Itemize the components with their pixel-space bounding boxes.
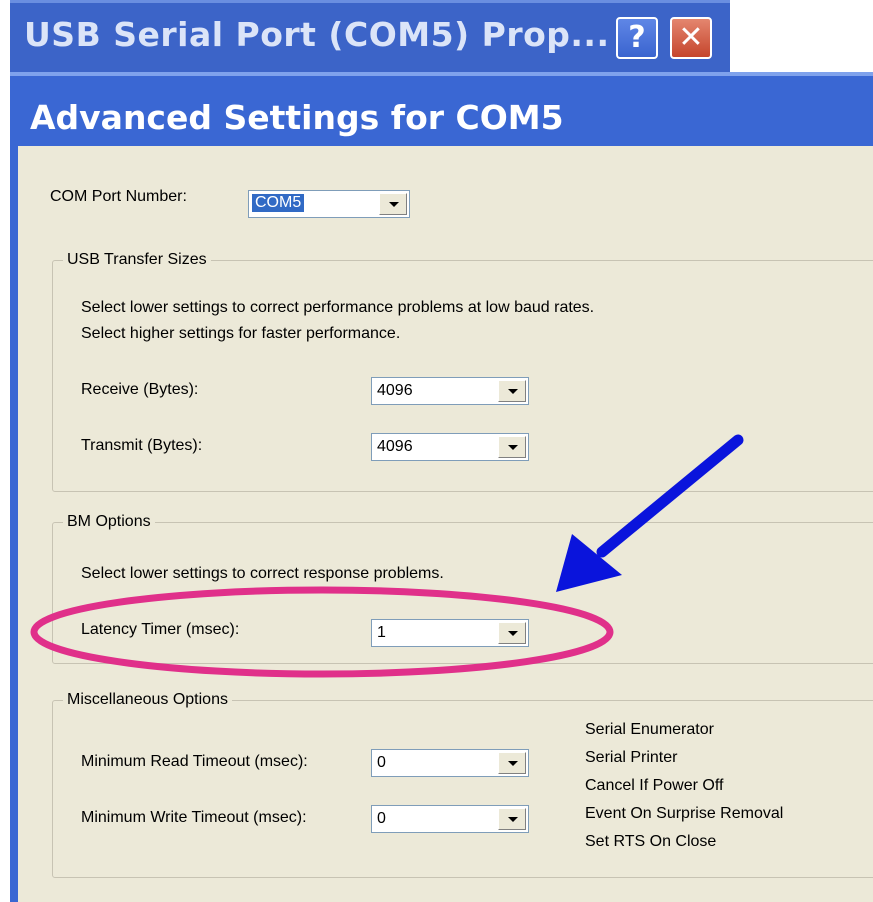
- receive-bytes-select[interactable]: 4096: [371, 377, 529, 405]
- min-read-timeout-label: Minimum Read Timeout (msec):: [81, 753, 308, 770]
- usb-transfer-desc-2: Select higher settings for faster perfor…: [81, 325, 401, 342]
- latency-timer-select[interactable]: 1: [371, 619, 529, 647]
- receive-bytes-value: 4096: [377, 382, 413, 399]
- min-read-timeout-select[interactable]: 0: [371, 749, 529, 777]
- bm-options-group: BM Options Select lower settings to corr…: [52, 513, 873, 664]
- dialog-title: Advanced Settings for COM5: [30, 98, 564, 137]
- latency-timer-value: 1: [377, 624, 386, 641]
- usb-transfer-desc-1: Select lower settings to correct perform…: [81, 299, 595, 316]
- option-set-rts-on-close[interactable]: Set RTS On Close: [585, 833, 716, 851]
- background-window-title: USB Serial Port (COM5) Prop...: [24, 15, 610, 54]
- transmit-bytes-value: 4096: [377, 438, 413, 455]
- bm-options-title: BM Options: [63, 513, 155, 531]
- option-serial-printer[interactable]: Serial Printer: [585, 749, 677, 767]
- chevron-down-icon[interactable]: [379, 193, 407, 215]
- com-port-label: COM Port Number:: [50, 188, 187, 205]
- chevron-down-icon[interactable]: [498, 752, 526, 774]
- misc-options-group: Miscellaneous Options Minimum Read Timeo…: [52, 691, 873, 878]
- usb-transfer-sizes-group: USB Transfer Sizes Select lower settings…: [52, 251, 873, 492]
- min-read-timeout-value: 0: [377, 754, 386, 771]
- receive-bytes-label: Receive (Bytes):: [81, 381, 199, 398]
- advanced-settings-dialog: Advanced Settings for COM5 COM Port Numb…: [10, 72, 873, 902]
- com-port-value: COM5: [252, 194, 305, 212]
- background-window: USB Serial Port (COM5) Prop... ? ✕: [10, 0, 730, 82]
- option-serial-enumerator[interactable]: Serial Enumerator: [585, 721, 714, 739]
- misc-options-title: Miscellaneous Options: [63, 691, 232, 709]
- chevron-down-icon[interactable]: [498, 808, 526, 830]
- com-port-select[interactable]: COM5: [248, 190, 410, 218]
- chevron-down-icon[interactable]: [498, 622, 526, 644]
- transmit-bytes-label: Transmit (Bytes):: [81, 437, 203, 454]
- bm-options-desc: Select lower settings to correct respons…: [81, 565, 444, 582]
- latency-timer-label: Latency Timer (msec):: [81, 621, 240, 638]
- min-write-timeout-select[interactable]: 0: [371, 805, 529, 833]
- chevron-down-icon[interactable]: [498, 436, 526, 458]
- min-write-timeout-label: Minimum Write Timeout (msec):: [81, 809, 307, 826]
- transmit-bytes-select[interactable]: 4096: [371, 433, 529, 461]
- min-write-timeout-value: 0: [377, 810, 386, 827]
- option-event-on-surprise-removal[interactable]: Event On Surprise Removal: [585, 805, 783, 823]
- option-cancel-if-power-off[interactable]: Cancel If Power Off: [585, 777, 723, 795]
- close-button[interactable]: ✕: [670, 17, 712, 59]
- usb-transfer-sizes-title: USB Transfer Sizes: [63, 251, 211, 269]
- help-button[interactable]: ?: [616, 17, 658, 59]
- dialog-body: COM Port Number: COM5 USB Transfer Sizes…: [18, 146, 873, 902]
- chevron-down-icon[interactable]: [498, 380, 526, 402]
